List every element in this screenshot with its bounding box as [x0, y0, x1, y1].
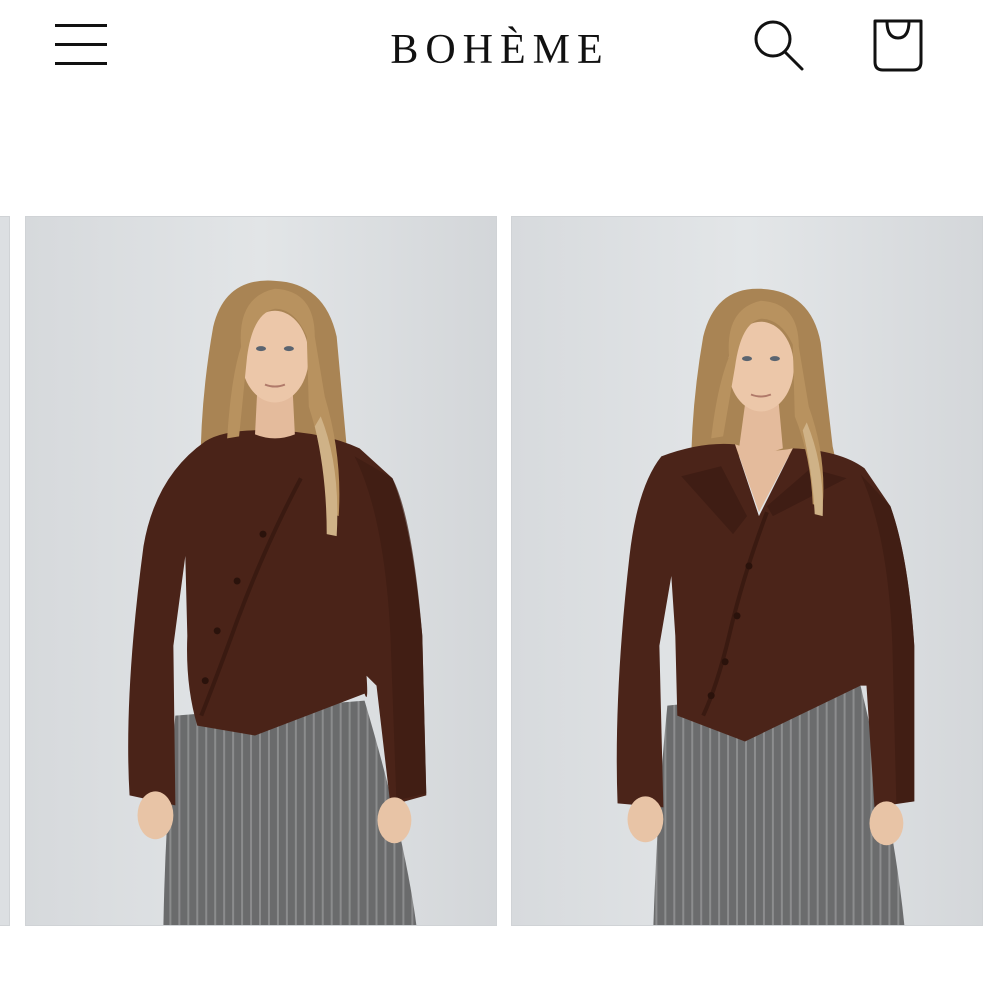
product-photo	[26, 217, 496, 925]
product-photo	[512, 217, 982, 925]
site-header: BOHÈME	[0, 0, 1000, 100]
cart-button[interactable]	[866, 12, 930, 76]
product-image-2[interactable]	[511, 216, 983, 926]
search-button[interactable]	[748, 14, 810, 76]
product-photo	[0, 217, 9, 925]
product-image-carousel[interactable]	[0, 216, 1000, 928]
product-page: BOHÈME	[0, 0, 1000, 1000]
brand-name[interactable]: BOHÈME	[390, 27, 609, 73]
product-image-previous[interactable]	[0, 216, 10, 926]
hamburger-menu-icon	[55, 24, 107, 65]
search-icon	[754, 20, 804, 71]
brand-logo: BOHÈME	[0, 24, 1000, 76]
menu-button[interactable]	[52, 18, 110, 72]
shopping-bag-icon	[873, 19, 923, 72]
product-image-1[interactable]	[25, 216, 497, 926]
